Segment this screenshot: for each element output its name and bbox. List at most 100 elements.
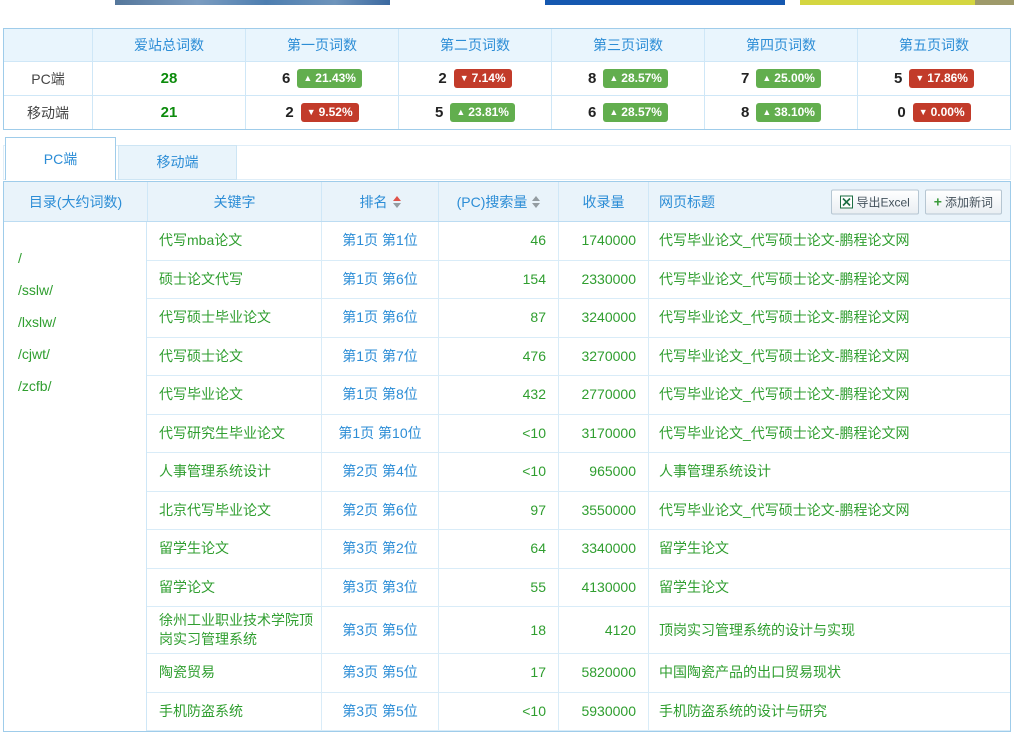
keyword-link[interactable]: 手机防盗系统	[147, 693, 321, 731]
summary-change-cell: 7 ▲25.00%	[704, 62, 857, 95]
change-percent: 7.14%	[472, 71, 506, 85]
keyword-rows: 代写mba论文 第1页 第1位 46 1740000 代写毕业论文_代写硕士论文…	[147, 222, 1010, 731]
up-arrow-icon: ▲	[609, 105, 618, 119]
summary-header-page1: 第一页词数	[245, 29, 398, 61]
keyword-link[interactable]: 徐州工业职业技术学院顶岗实习管理系统	[147, 607, 321, 653]
summary-row-label: 移动端	[4, 96, 92, 129]
add-keyword-button[interactable]: + 添加新词	[925, 189, 1002, 214]
page-title-link[interactable]: 代写毕业论文_代写硕士论文-鹏程论文网	[648, 338, 1010, 376]
rank-cell: 第2页 第4位	[321, 453, 438, 491]
cropped-tan-bar	[975, 0, 1014, 5]
keyword-link[interactable]: 留学生论文	[147, 530, 321, 568]
keyword-link[interactable]: 代写毕业论文	[147, 376, 321, 414]
page-title-link[interactable]: 留学生论文	[648, 530, 1010, 568]
change-percent: 28.57%	[621, 71, 662, 85]
directory-list: //sslw//lxslw//cjwt//zcfb/	[4, 222, 147, 731]
keyword-link[interactable]: 代写硕士论文	[147, 338, 321, 376]
summary-change-cell: 8 ▲28.57%	[551, 62, 704, 95]
indexed-count-cell: 3270000	[558, 338, 648, 376]
change-badge: ▲28.57%	[603, 69, 668, 88]
keyword-link[interactable]: 人事管理系统设计	[147, 453, 321, 491]
directory-link[interactable]: /lxslw/	[18, 306, 146, 338]
page-title-link[interactable]: 代写毕业论文_代写硕士论文-鹏程论文网	[648, 492, 1010, 530]
search-volume-cell: 64	[438, 530, 558, 568]
summary-row-mobile: 移动端 21 2 ▼9.52% 5 ▲23.81% 6 ▲28.57% 8 ▲3…	[4, 95, 1010, 129]
up-arrow-icon: ▲	[609, 71, 618, 85]
rank-cell: 第3页 第2位	[321, 530, 438, 568]
page-title-link[interactable]: 顶岗实习管理系统的设计与实现	[648, 607, 1010, 653]
keyword-row: 徐州工业职业技术学院顶岗实习管理系统 第3页 第5位 18 4120 顶岗实习管…	[147, 607, 1010, 654]
device-tabs: PC端 移动端	[3, 137, 1011, 180]
search-volume-cell: 476	[438, 338, 558, 376]
summary-table: 爱站总词数 第一页词数 第二页词数 第三页词数 第四页词数 第五页词数 PC端 …	[3, 28, 1011, 130]
search-volume-cell: <10	[438, 453, 558, 491]
keyword-row: 人事管理系统设计 第2页 第4位 <10 965000 人事管理系统设计	[147, 453, 1010, 492]
summary-change-cell: 2 ▼7.14%	[398, 62, 551, 95]
header-volume-label: (PC)搜索量	[457, 192, 528, 212]
page-title-link[interactable]: 代写毕业论文_代写硕士论文-鹏程论文网	[648, 261, 1010, 299]
header-rank-sort[interactable]: 排名	[321, 182, 438, 221]
tab-pc[interactable]: PC端	[5, 137, 116, 180]
directory-link[interactable]: /sslw/	[18, 274, 146, 306]
keyword-link[interactable]: 代写研究生毕业论文	[147, 415, 321, 453]
word-count: 7	[741, 70, 749, 87]
rank-cell: 第1页 第6位	[321, 261, 438, 299]
export-excel-button[interactable]: 导出Excel	[831, 189, 918, 214]
header-volume-sort[interactable]: (PC)搜索量	[438, 182, 558, 221]
keyword-link[interactable]: 代写硕士毕业论文	[147, 299, 321, 337]
word-count: 2	[438, 70, 446, 87]
plus-icon: +	[934, 196, 942, 208]
header-title: 网页标题 导出Excel + 添加新词	[648, 182, 1010, 221]
keyword-link[interactable]: 硕士论文代写	[147, 261, 321, 299]
indexed-count-cell: 3240000	[558, 299, 648, 337]
summary-change-cell: 6 ▲21.43%	[245, 62, 398, 95]
search-volume-cell: 87	[438, 299, 558, 337]
keyword-table-body: //sslw//lxslw//cjwt//zcfb/ 代写mba论文 第1页 第…	[4, 222, 1010, 731]
page-title-link[interactable]: 中国陶瓷产品的出口贸易现状	[648, 654, 1010, 692]
change-badge: ▼0.00%	[913, 103, 971, 122]
tab-mobile[interactable]: 移动端	[118, 145, 237, 180]
export-excel-label: 导出Excel	[856, 193, 909, 210]
summary-total-count: 28	[92, 62, 245, 95]
page-title-link[interactable]: 代写毕业论文_代写硕士论文-鹏程论文网	[648, 376, 1010, 414]
summary-header-page5: 第五页词数	[857, 29, 1010, 61]
rank-cell: 第3页 第5位	[321, 693, 438, 731]
keyword-row: 陶瓷贸易 第3页 第5位 17 5820000 中国陶瓷产品的出口贸易现状	[147, 654, 1010, 693]
rank-cell: 第1页 第6位	[321, 299, 438, 337]
header-rank-label: 排名	[360, 192, 388, 212]
word-count: 6	[588, 104, 596, 121]
cropped-blue-bar	[545, 0, 785, 5]
change-badge: ▲21.43%	[297, 69, 362, 88]
page-title-link[interactable]: 代写毕业论文_代写硕士论文-鹏程论文网	[648, 222, 1010, 260]
page-title-link[interactable]: 留学生论文	[648, 569, 1010, 607]
down-arrow-icon: ▼	[460, 71, 469, 85]
page-title-link[interactable]: 代写毕业论文_代写硕士论文-鹏程论文网	[648, 299, 1010, 337]
page-title-link[interactable]: 代写毕业论文_代写硕士论文-鹏程论文网	[648, 415, 1010, 453]
word-count: 6	[282, 70, 290, 87]
keyword-link[interactable]: 陶瓷贸易	[147, 654, 321, 692]
header-title-label: 网页标题	[659, 192, 715, 212]
summary-change-cell: 8 ▲38.10%	[704, 96, 857, 129]
keyword-link[interactable]: 留学论文	[147, 569, 321, 607]
up-arrow-icon: ▲	[456, 105, 465, 119]
indexed-count-cell: 3340000	[558, 530, 648, 568]
directory-link[interactable]: /zcfb/	[18, 370, 146, 402]
sort-up-icon	[393, 196, 401, 201]
keyword-link[interactable]: 北京代写毕业论文	[147, 492, 321, 530]
cropped-yellow-bar	[800, 0, 975, 5]
page-title-link[interactable]: 人事管理系统设计	[648, 453, 1010, 491]
summary-total-count: 21	[92, 96, 245, 129]
keyword-row: 留学论文 第3页 第3位 55 4130000 留学生论文	[147, 569, 1010, 608]
excel-icon	[840, 195, 853, 208]
directory-link[interactable]: /	[18, 242, 146, 274]
page-title-link[interactable]: 手机防盗系统的设计与研究	[648, 693, 1010, 731]
search-volume-cell: 432	[438, 376, 558, 414]
change-percent: 23.81%	[468, 105, 509, 119]
rank-cell: 第3页 第5位	[321, 607, 438, 653]
directory-link[interactable]: /cjwt/	[18, 338, 146, 370]
change-percent: 17.86%	[927, 71, 968, 85]
keyword-link[interactable]: 代写mba论文	[147, 222, 321, 260]
change-percent: 25.00%	[774, 71, 815, 85]
word-count: 2	[285, 104, 293, 121]
change-percent: 9.52%	[319, 105, 353, 119]
